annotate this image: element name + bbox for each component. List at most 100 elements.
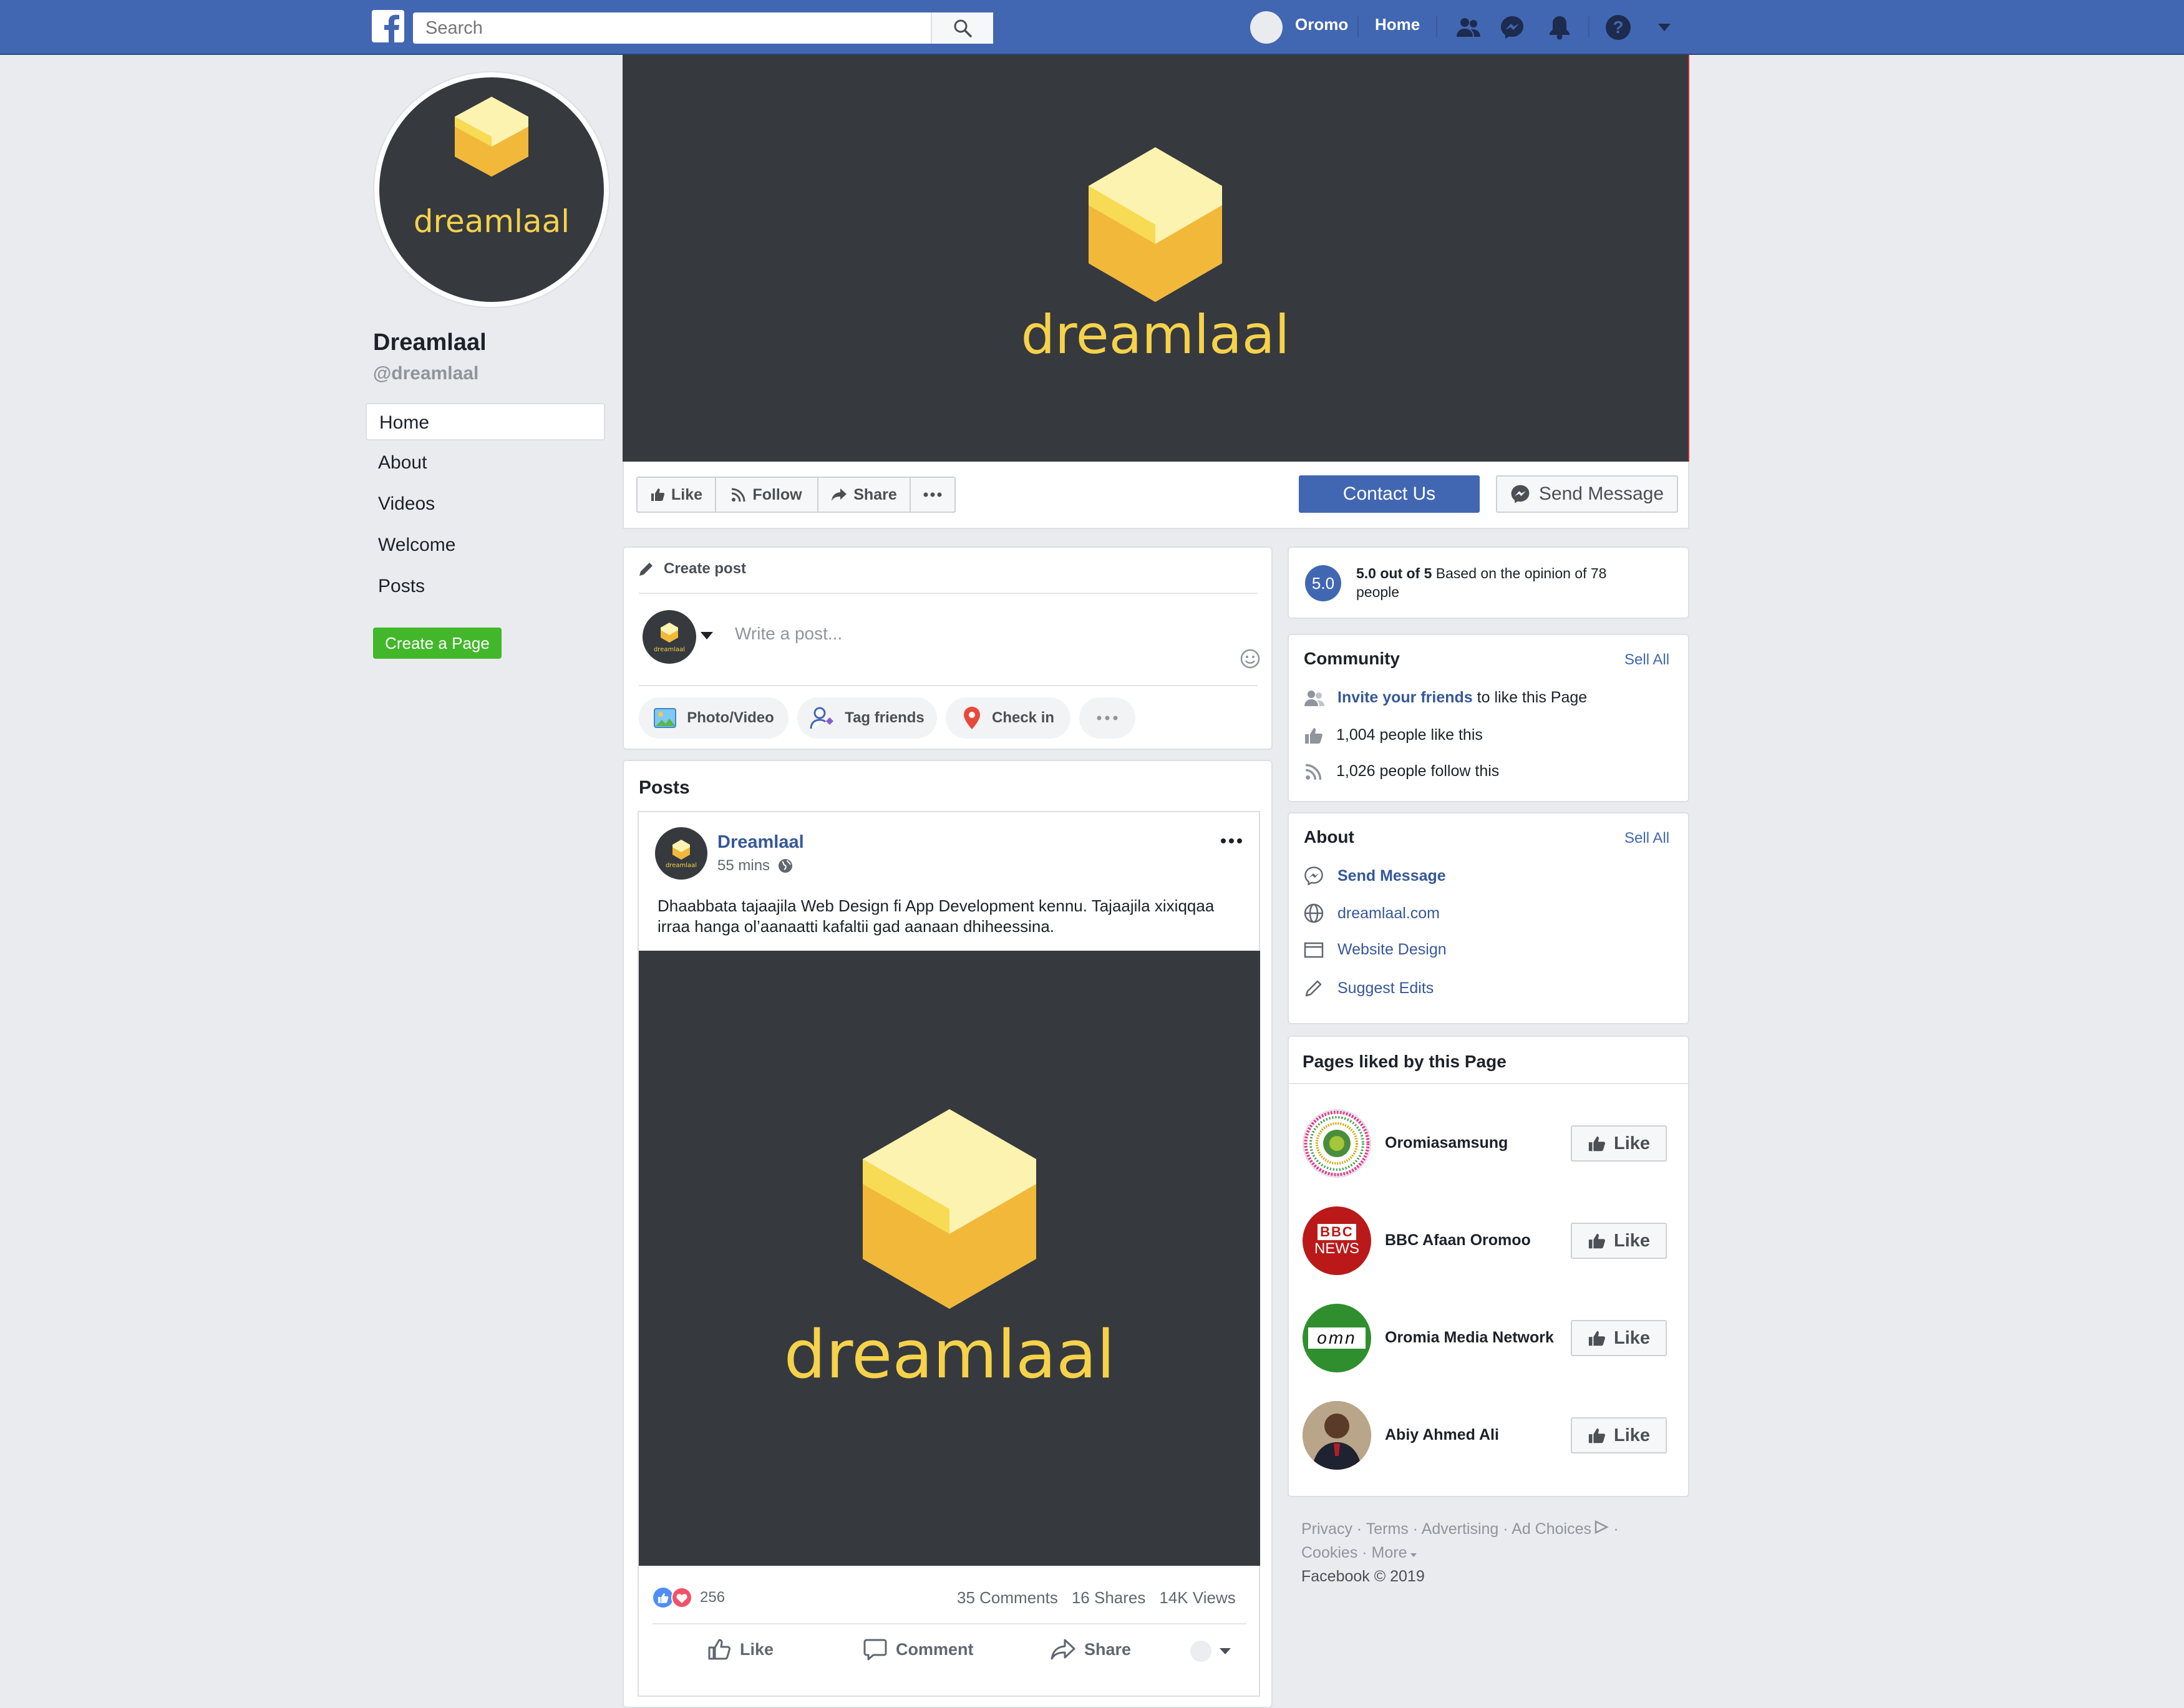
bbc-logo-text: BBC [1318,1224,1356,1240]
bbc-afaan-oromoo-avatar[interactable]: BBC NEWS [1303,1206,1371,1275]
reactions-summary[interactable]: 256 [653,1587,725,1608]
contact-us-button[interactable]: Contact Us [1299,475,1480,513]
audience-chevron-down-icon[interactable] [700,631,714,643]
footer-link-ad-choices[interactable]: Ad Choices [1512,1520,1591,1538]
sidebar-item-about[interactable]: About [366,444,605,482]
liked-page-name[interactable]: Oromiasamsung [1385,1134,1508,1152]
comments-count[interactable]: 35 Comments [957,1588,1058,1608]
community-title: Community [1304,649,1400,668]
more-dots-icon [923,492,942,497]
about-website-row[interactable]: dreamlaal.com [1304,903,1440,923]
cover-photo[interactable]: dreamlaal [623,55,1689,462]
liked-page-name[interactable]: BBC Afaan Oromoo [1385,1231,1531,1249]
sidebar-item-posts[interactable]: Posts [366,568,605,605]
post-author-avatar[interactable]: dreamlaal [655,827,707,880]
share-arrow-outline-icon [1051,1639,1075,1660]
home-link[interactable]: Home [1375,15,1420,34]
post-text-line: irraa hanga ol’aanaatti kafaltii gad aan… [658,917,1055,936]
community-likes-count: 1,004 people like this [1336,726,1483,744]
liked-page-name[interactable]: Oromia Media Network [1385,1329,1554,1347]
messenger-outline-icon [1304,866,1323,886]
post-image[interactable]: dreamlaal [639,951,1260,1566]
post-meta: 55 mins [717,857,794,875]
about-website-link[interactable]: dreamlaal.com [1337,905,1440,923]
post-options-icon[interactable] [1220,836,1243,847]
community-see-all-link[interactable]: Sell All [1624,651,1669,669]
follow-page-button[interactable]: Follow [715,477,818,513]
liked-page-like-button[interactable]: Like [1571,1125,1667,1162]
sidebar-item-videos[interactable]: Videos [366,485,605,523]
create-page-button[interactable]: Create a Page [373,628,502,659]
like-page-button[interactable]: Like [636,477,716,513]
sidebar-item-welcome[interactable]: Welcome [366,526,605,564]
footer-link-terms[interactable]: Terms [1366,1520,1409,1538]
about-see-all-link[interactable]: Sell All [1624,830,1669,847]
footer-link-more[interactable]: More [1372,1544,1407,1561]
about-send-message-row[interactable]: Send Message [1304,866,1446,886]
post-author-name[interactable]: Dreamlaal [717,832,804,853]
about-send-message-link[interactable]: Send Message [1337,867,1446,885]
topbar-divider [1357,16,1359,37]
liked-page-like-button[interactable]: Like [1571,1417,1667,1453]
omn-logo-text: omn [1308,1327,1366,1349]
oromiasamsung-avatar[interactable] [1303,1109,1371,1178]
post-text: Dhaabbata tajaajila Web Design fi App De… [658,896,1250,937]
messenger-icon[interactable] [1498,14,1526,41]
notifications-bell-icon[interactable] [1546,14,1573,41]
share-page-button[interactable]: Share [817,477,911,513]
post-comment-button[interactable]: Comment [863,1638,974,1661]
reaction-audience-selector[interactable] [1190,1641,1231,1662]
account-menu-chevron-down-icon[interactable] [1651,14,1678,41]
community-follows-row: 1,026 people follow this [1304,762,1499,780]
chevron-down-icon [1410,1553,1417,1557]
sidebar-item-home[interactable]: Home [366,403,605,440]
svg-text:dreamlaal: dreamlaal [654,646,685,653]
page-handle[interactable]: @dreamlaal [373,363,478,384]
invite-friends-link[interactable]: Invite your friends [1337,689,1473,706]
composer-avatar[interactable]: dreamlaal [643,610,696,664]
footer-link-privacy[interactable]: Privacy [1301,1520,1352,1538]
about-suggest-edits-row[interactable]: Suggest Edits [1304,978,1434,998]
footer-link-cookies[interactable]: Cookies [1301,1544,1357,1561]
post-timestamp[interactable]: 55 mins [717,857,770,875]
shares-count[interactable]: 16 Shares [1072,1588,1146,1608]
search-button[interactable] [931,12,993,44]
page-logo-avatar: dreamlaal [379,77,604,302]
send-message-button[interactable]: Send Message [1496,475,1678,513]
more-composer-options-button[interactable] [1079,697,1135,739]
community-likes-row: 1,004 people like this [1304,726,1483,744]
user-name-link[interactable]: Oromo [1295,15,1348,34]
about-category-link[interactable]: Website Design [1337,941,1447,959]
rating-summary[interactable]: 5.0 out of 5 Based on the opinion of 78 … [1356,564,1674,601]
check-in-button[interactable]: Check in [946,697,1070,739]
write-post-input[interactable]: Write a post... [735,624,842,644]
oromia-media-network-avatar[interactable]: omn [1303,1304,1371,1372]
photo-video-button[interactable]: Photo/Video [639,697,789,739]
friend-requests-icon[interactable] [1455,14,1482,41]
about-title: About [1304,827,1354,847]
about-suggest-edits-link[interactable]: Suggest Edits [1337,979,1434,997]
tag-friends-button[interactable]: Tag friends [797,697,937,739]
help-icon[interactable]: ? [1604,14,1632,41]
tag-friends-icon [810,707,834,729]
send-message-label: Send Message [1538,483,1664,504]
invite-friends-text: to like this Page [1472,689,1588,706]
user-avatar[interactable] [1250,11,1283,44]
facebook-logo-icon[interactable] [372,10,404,42]
footer-copyright: Facebook © 2019 [1301,1568,1425,1585]
ad-choices-icon [1595,1520,1609,1535]
post-share-button[interactable]: Share [1051,1638,1131,1661]
emoji-icon[interactable] [1240,649,1260,672]
chevron-down-icon [1220,1648,1231,1654]
more-options-button[interactable] [910,477,956,513]
search-input[interactable] [413,12,993,44]
liked-page-like-button[interactable]: Like [1571,1223,1667,1259]
post-like-button[interactable]: Like [707,1638,774,1661]
globe-outline-icon [1304,903,1324,923]
liked-page-like-button[interactable]: Like [1571,1320,1667,1356]
liked-page-name[interactable]: Abiy Ahmed Ali [1385,1426,1499,1444]
about-category-row[interactable]: Website Design [1304,941,1447,959]
news-logo-text: NEWS [1314,1240,1359,1257]
footer-link-advertising[interactable]: Advertising [1422,1520,1499,1538]
abiy-ahmed-ali-avatar[interactable] [1303,1401,1371,1470]
